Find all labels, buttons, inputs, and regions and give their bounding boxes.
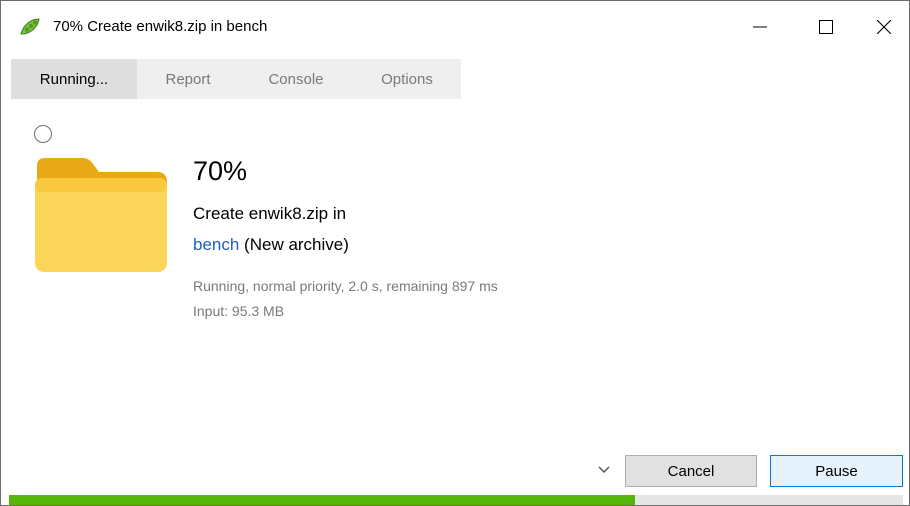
close-icon [877,20,891,34]
title-bar[interactable]: 70% Create enwik8.zip in bench [1,1,909,53]
expand-button[interactable] [593,460,615,480]
window-title: 70% Create enwik8.zip in bench [53,18,268,35]
task-action: Create enwik8.zip in [193,204,347,223]
tab-bar: Running... Report Console Options [11,59,461,99]
task-destination: bench (New archive) [193,235,349,255]
pause-button[interactable]: Pause [770,455,903,487]
maximize-button[interactable] [793,1,859,53]
folder-icon [35,158,167,272]
progress-percent: 70% [193,156,248,186]
app-window: 70% Create enwik8.zip in bench Running..… [0,0,910,506]
close-button[interactable] [859,1,909,53]
tab-console[interactable]: Console [239,59,353,99]
destination-link[interactable]: bench [193,235,239,254]
tab-options[interactable]: Options [353,59,461,99]
peapod-icon [19,17,41,37]
maximize-icon [819,20,833,34]
tab-running[interactable]: Running... [11,59,137,99]
progress-fill [9,495,635,505]
destination-suffix: (New archive) [239,235,349,254]
select-radio[interactable] [34,125,52,143]
cancel-button[interactable]: Cancel [625,455,757,487]
progress-bar [9,495,903,505]
task-input-size: Input: 95.3 MB [193,303,285,319]
chevron-down-icon [598,466,610,474]
minimize-icon [753,26,767,28]
tab-report[interactable]: Report [137,59,239,99]
task-status: Running, normal priority, 2.0 s, remaini… [193,278,498,294]
minimize-button[interactable] [727,1,793,53]
